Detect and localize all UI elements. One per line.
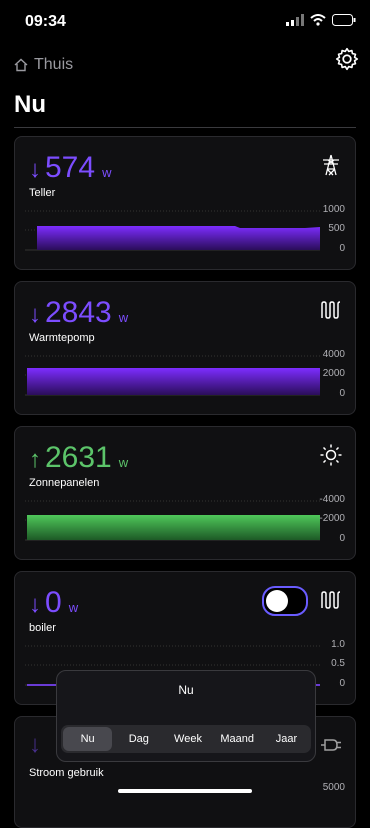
period-segmented-control: Nu Dag Week Maand Jaar [61,725,311,753]
warmtepomp-tick: 0 [339,388,345,399]
warmtepomp-tick: 2000 [322,368,345,379]
page-title: Nu [14,91,46,118]
teller-tick: 1000 [322,204,345,215]
status-icons [286,14,356,26]
warmtepomp-chart [25,355,320,396]
plug-icon [321,739,341,751]
period-option-dag[interactable]: Dag [114,725,163,753]
period-picker: Nu Nu Dag Week Maand Jaar [56,670,316,762]
stroom-tick: 5000 [322,782,345,793]
battery-icon [332,14,356,26]
zonnepanelen-tick: 0 [339,533,345,544]
period-picker-title: Nu [178,683,194,697]
warmtepomp-tick: 4000 [322,349,345,360]
arrow-down-icon: ↓ [29,731,41,758]
period-option-nu[interactable]: Nu [63,727,113,751]
stroom-label: Stroom gebruik [29,767,104,779]
card-teller[interactable]: ↓ 574 w Teller 1000 500 0 [14,136,356,270]
zonnepanelen-tick: -4000 [319,494,345,505]
stroom-value: ↓ [29,731,41,759]
status-time: 09:34 [25,13,66,30]
teller-tick: 500 [328,223,345,234]
home-indicator[interactable] [118,789,252,793]
teller-chart [25,210,320,251]
period-option-maand[interactable]: Maand [213,725,262,753]
home-icon [14,58,28,72]
card-warmtepomp[interactable]: ↓ 2843 w Warmtepomp 4000 2000 0 [14,281,356,415]
period-option-week[interactable]: Week [163,725,212,753]
wifi-icon [310,14,326,26]
zonnepanelen-tick: -2000 [319,513,345,524]
signal-icon [286,14,304,26]
breadcrumb-home[interactable]: Thuis [14,56,73,74]
gear-icon[interactable] [334,46,360,72]
boiler-tick: 1.0 [331,639,345,650]
zonnepanelen-chart [25,500,320,541]
boiler-tick: 0 [339,678,345,689]
title-divider [14,127,356,128]
card-zonnepanelen[interactable]: ↑ 2631 w Zonnepanelen -4000 -2000 0 [14,426,356,560]
breadcrumb-label: Thuis [34,56,74,73]
teller-tick: 0 [339,243,345,254]
boiler-tick: 0.5 [331,658,345,669]
period-option-jaar[interactable]: Jaar [262,725,311,753]
